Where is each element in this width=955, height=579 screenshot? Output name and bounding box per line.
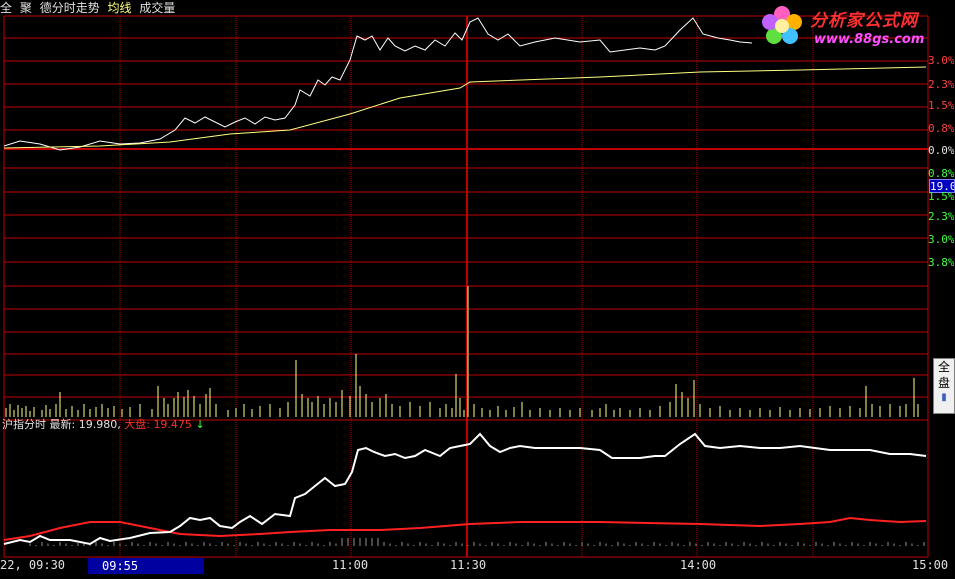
time-tick-1100: 11:00: [332, 558, 369, 572]
market-label: 大盘:: [124, 418, 150, 431]
latest-value: 19.980,: [78, 418, 121, 431]
title-item-ju[interactable]: 聚: [20, 1, 32, 15]
cursor-time-box[interactable]: 09:55: [88, 558, 204, 574]
axis-label-up-0.8: 0.8%: [928, 123, 954, 135]
logo-title: 分析家公式网: [810, 11, 918, 31]
widget-label-pan: 盘: [937, 376, 950, 390]
time-tick-1400: 14:00: [680, 558, 717, 572]
site-logo: 分析家公式网 www.88gs.com: [752, 2, 952, 52]
title-item-all[interactable]: 全: [0, 1, 12, 15]
time-tick-1500: 15:00: [912, 558, 949, 572]
axis-label-zero: 0.0%: [928, 145, 954, 157]
axis-label-down-2.3: 2.3%: [928, 211, 954, 223]
axis-label-down-1.5: 1.5%: [928, 191, 954, 203]
widget-label-all: 全: [937, 360, 950, 374]
chart-title-bar: 全 聚 德分时走势 均线 成交量: [0, 0, 179, 16]
down-arrow-icon: ↓: [195, 418, 205, 431]
bottom-tab-strip[interactable]: [0, 574, 955, 579]
time-tick-1130: 11:30: [450, 558, 487, 572]
bars-icon: ▮: [941, 392, 947, 403]
flower-logo-icon: [762, 6, 802, 44]
intraday-chart[interactable]: [0, 0, 955, 579]
stock-relative-line: [3, 432, 927, 546]
index-panel-header: 沪指分时 最新: 19.980, 大盘: 19.475 ↓: [2, 418, 205, 432]
axis-label-up-2.3: 2.3%: [928, 79, 954, 91]
time-axis-start: 22, 09:30: [0, 558, 66, 572]
latest-label: 最新:: [49, 418, 76, 431]
market-index-line: [3, 516, 927, 541]
title-avg-line-label: 均线: [107, 1, 132, 15]
market-toggle-widget[interactable]: 全 盘 ▮: [933, 358, 955, 414]
axis-label-up-3.0: 3.0%: [928, 55, 954, 67]
logo-url: www.88gs.com: [814, 32, 925, 47]
market-value: 19.475: [153, 418, 192, 431]
index-panel-title: 沪指分时: [2, 418, 46, 431]
axis-label-down-3.8: 3.8%: [928, 257, 954, 269]
title-volume-label: 成交量: [139, 1, 176, 15]
axis-label-up-1.5: 1.5%: [928, 100, 954, 112]
axis-label-down-3.0: 3.0%: [928, 234, 954, 246]
title-stock-name: 德分时走势: [39, 1, 100, 15]
